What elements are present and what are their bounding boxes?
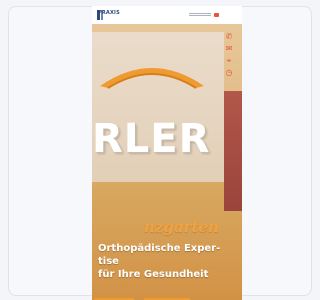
menu-icon[interactable] [189,13,211,17]
brick-wall [224,91,242,211]
headline-line-3: für Ihre Gesundheit [98,269,209,280]
phone-icon[interactable]: ✆ [224,32,234,42]
logo-text: PRAXIS [98,10,120,16]
mobile-page-preview: PRAXIS RLER ✆ ✉ ⌖ ◷ nzgarten Orthopädisc… [92,6,242,300]
mail-icon[interactable]: ✉ [224,44,234,54]
hero-headline: Orthopädische Exper- tise für Ihre Gesun… [98,242,238,286]
headline-line-2: tise [98,256,119,267]
site-header: PRAXIS [92,6,242,24]
clock-icon[interactable]: ◷ [224,68,234,78]
nav-accent-button[interactable] [214,13,219,17]
location-icon[interactable]: ⌖ [224,56,234,66]
floating-contact-icons: ✆ ✉ ⌖ ◷ [224,32,236,82]
hero-script-text: nzgarten [144,218,219,236]
building-sign-letters: RLER [92,116,211,162]
headline-line-1: Orthopädische Exper- [98,243,221,254]
canopy-roof-icon [100,68,204,89]
